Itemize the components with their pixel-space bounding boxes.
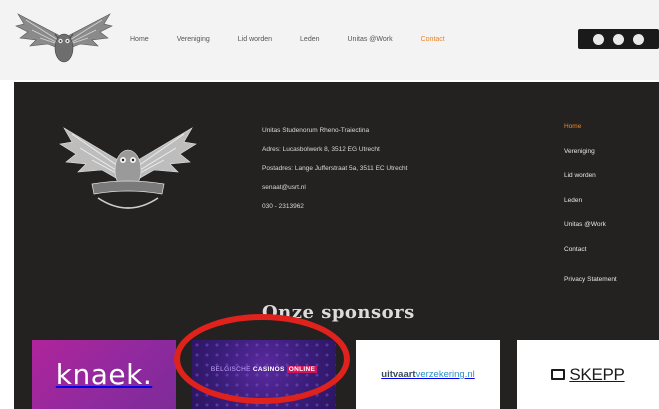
footer-nav-contact[interactable]: Contact — [564, 245, 617, 270]
uitvaart-accent: verzekering.nl — [415, 369, 475, 380]
main-nav: Home Vereniging Lid worden Leden Unitas … — [130, 36, 473, 43]
nav-unitas-work[interactable]: Unitas @Work — [348, 36, 393, 43]
footer-nav-home[interactable]: Home — [564, 122, 617, 147]
phone-number: 030 - 2313962 — [262, 203, 304, 210]
nav-home[interactable]: Home — [130, 36, 149, 43]
social-links — [578, 29, 659, 49]
casino-highlight: ONLINE — [286, 366, 318, 373]
page: Home Vereniging Lid worden Leden Unitas … — [0, 0, 659, 409]
owl-logo-icon[interactable] — [14, 8, 114, 70]
unitas-crest-logo-icon — [59, 127, 197, 209]
sponsor-uitvaartverzekering[interactable]: uitvaartverzekering.nl — [356, 340, 500, 409]
instagram-icon[interactable] — [613, 33, 624, 45]
sponsors-heading: Onze sponsors — [262, 302, 415, 323]
sponsor-casinos-online[interactable]: BELGISCHE CASINOS ONLINE — [192, 340, 336, 409]
linkedin-icon[interactable] — [633, 33, 644, 45]
nav-vereniging[interactable]: Vereniging — [177, 36, 210, 43]
contact-info: Unitas Studenorum Rheno-Traiectina Adres… — [262, 126, 407, 221]
nav-contact[interactable]: Contact — [421, 36, 445, 43]
footer-nav-unitas-work[interactable]: Unitas @Work — [564, 220, 617, 245]
address: Adres: Lucasbolwerk 8, 3512 EG Utrecht — [262, 146, 380, 153]
knaek-wordmark: knaek. — [55, 358, 153, 391]
facebook-icon[interactable] — [593, 33, 604, 45]
casino-prefix: BELGISCHE — [210, 366, 251, 373]
site-header: Home Vereniging Lid worden Leden Unitas … — [0, 0, 659, 80]
footer-nav-vereniging[interactable]: Vereniging — [564, 147, 617, 172]
skepp-box-icon — [551, 369, 566, 380]
org-name: Unitas Studenorum Rheno-Traiectina — [262, 127, 370, 134]
footer-nav-lid-worden[interactable]: Lid worden — [564, 171, 617, 196]
footer-nav-leden[interactable]: Leden — [564, 196, 617, 221]
nav-lid-worden[interactable]: Lid worden — [238, 36, 272, 43]
sponsor-skepp[interactable]: SKEPP — [517, 340, 659, 409]
skepp-wordmark: SKEPP — [569, 364, 625, 384]
nav-leden[interactable]: Leden — [300, 36, 319, 43]
postal-address: Postadres: Lange Jufferstraat 5a, 3511 E… — [262, 165, 408, 172]
sponsor-knaek[interactable]: knaek. — [32, 340, 176, 409]
footer-nav: Home Vereniging Lid worden Leden Unitas … — [564, 122, 617, 300]
casino-dot-pattern — [192, 340, 336, 409]
email-link[interactable]: senaat@usrt.nl — [262, 183, 407, 202]
casino-main: CASINOS — [252, 366, 285, 373]
footer-nav-privacy[interactable]: Privacy Statement — [564, 275, 617, 300]
uitvaart-main: uitvaart — [381, 369, 416, 380]
uitvaart-wordmark: uitvaartverzekering.nl — [381, 369, 474, 380]
casino-wordmark: BELGISCHE CASINOS ONLINE — [192, 366, 336, 373]
